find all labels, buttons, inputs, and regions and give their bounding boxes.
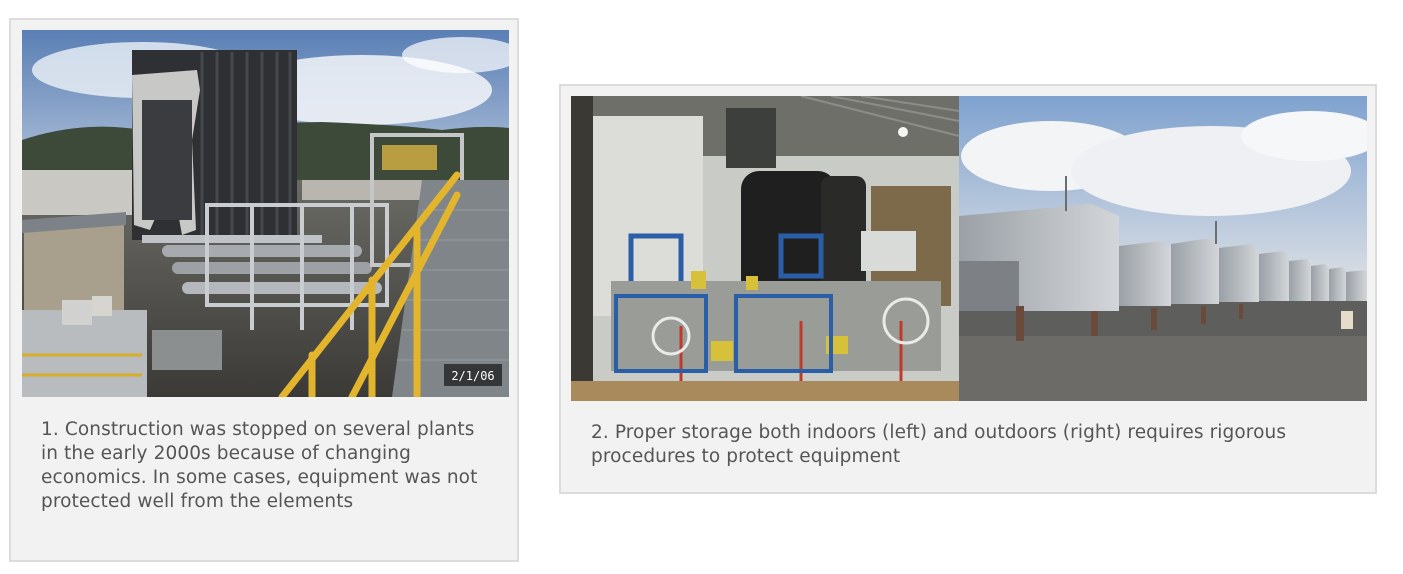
date-stamp: 2/1/06 [451,369,494,383]
figure-card-2: 2. Proper storage both indoors (left) an… [559,84,1377,494]
figure-card-1: 2/1/06 1. Construction was stopped on se… [9,18,519,562]
indoor-outdoor-storage-photo [571,96,1367,401]
construction-site-photo: 2/1/06 [22,30,509,397]
figure-1-caption: 1. Construction was stopped on several p… [41,419,478,512]
figure-2-caption: 2. Proper storage both indoors (left) an… [591,422,1287,467]
